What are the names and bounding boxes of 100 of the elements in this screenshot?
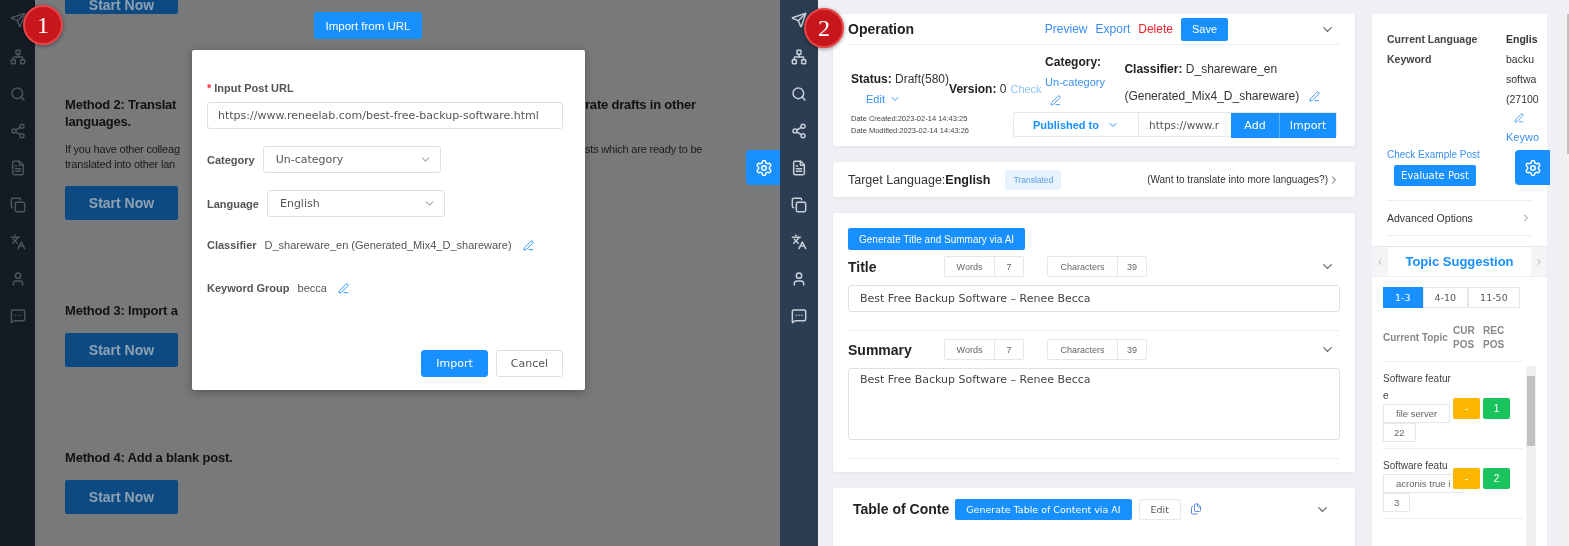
info-value: softwa [1506, 73, 1538, 85]
keyword-tag: file server [1383, 404, 1451, 423]
category-link[interactable]: Un-category [1045, 76, 1125, 88]
generate-ai-button[interactable]: Generate Title and Summary via AI [848, 228, 1026, 250]
range-tab[interactable]: 1-3 [1383, 287, 1423, 308]
title-input[interactable]: Best Free Backup Software – Renee Becca [848, 285, 1340, 312]
field-label: * Input Post URL [207, 82, 294, 94]
field-label: Summary [848, 341, 913, 358]
target-language-text: Target Language:English [848, 172, 991, 187]
current-position: - [1453, 468, 1480, 489]
document-icon[interactable] [791, 160, 807, 176]
count-tag: 3 [1383, 493, 1411, 512]
method-description: translated into other lan [65, 157, 175, 172]
advanced-options-row[interactable]: Advanced Options [1387, 200, 1532, 236]
range-tab[interactable]: 4-10 [1422, 287, 1469, 308]
start-now-button[interactable]: Start Now [65, 333, 178, 367]
select-field[interactable]: English [266, 190, 445, 217]
edit-icon[interactable] [1309, 90, 1321, 102]
current-position: - [1453, 398, 1480, 419]
gear-icon [1523, 158, 1542, 177]
edit-button[interactable]: Edit [1138, 498, 1181, 520]
classifier-text: (Generated_Mix4_D_shareware) [1124, 89, 1300, 103]
start-now-button[interactable]: Start Now [65, 0, 178, 14]
field-label: Category [207, 153, 255, 166]
edit-icon[interactable] [1514, 113, 1524, 123]
settings-button[interactable] [746, 150, 780, 185]
character-counter: Characters 39 [1047, 256, 1147, 277]
method-heading: Method 2: Translat [65, 96, 177, 113]
field-label: Language [207, 197, 259, 210]
method-heading: Method 4: Add a blank post. [65, 449, 233, 466]
copy-icon[interactable] [791, 197, 807, 213]
topic-text: Software feature [1383, 372, 1452, 403]
version-text: Version: 0 [949, 82, 1007, 96]
method-heading: Method 3: Import a [65, 302, 178, 319]
chevron-left-icon [1375, 256, 1385, 267]
card-title: Operation [848, 21, 915, 37]
edit-icon[interactable] [1050, 95, 1062, 106]
classifier-text: Classifier: D_shareware_en [1124, 62, 1279, 76]
search-icon[interactable] [791, 86, 807, 102]
check-link[interactable]: Check [1010, 83, 1042, 95]
nodes-icon[interactable] [791, 123, 807, 139]
field-value: becca [297, 282, 327, 294]
select-field[interactable]: Un-category [262, 146, 441, 173]
category-label: Category: [1045, 55, 1103, 69]
count-tag: 22 [1383, 423, 1416, 442]
action-link[interactable]: Delete [1138, 22, 1173, 36]
info-value: Englis [1506, 33, 1539, 45]
field-label: Keyword Group [207, 282, 290, 294]
scrollbar[interactable] [1526, 366, 1536, 546]
column-header: Current Topic [1383, 331, 1449, 345]
method-description: If you have other colleag [65, 142, 180, 157]
topic-text: Software featu [1383, 459, 1449, 473]
word-counter: Words 7 [944, 256, 1024, 277]
edit-icon[interactable] [522, 239, 534, 251]
info-label: Keyword [1387, 53, 1433, 67]
keyword-link[interactable]: Keywo [1506, 131, 1540, 143]
range-tab[interactable]: 11-50 [1468, 287, 1520, 308]
translate-more-link[interactable]: (Want to translate into more languages?) [1147, 174, 1328, 185]
generate-ai-button[interactable]: Generate Table of Content via AI [955, 498, 1132, 520]
recommended-position: 1 [1483, 398, 1510, 419]
copy-icon[interactable] [1189, 503, 1202, 515]
send-icon[interactable] [9, 12, 26, 28]
topic-suggestion-tab[interactable]: Topic Suggestion [1388, 247, 1531, 276]
settings-button[interactable] [1515, 150, 1550, 185]
info-label: Current Language [1387, 33, 1479, 45]
info-value: backu [1506, 53, 1536, 65]
nodes-icon[interactable] [9, 123, 26, 139]
word-counter: Words 7 [944, 339, 1024, 360]
save-button[interactable]: Save [1180, 17, 1228, 41]
hierarchy-icon[interactable] [791, 49, 807, 65]
start-now-button[interactable]: Start Now [65, 186, 178, 220]
action-link[interactable]: Preview [1044, 22, 1088, 36]
url-input[interactable]: https://www.reneelab.com/best-free-backup-software.html [207, 102, 563, 129]
status-tag: Translated [1005, 169, 1062, 190]
summary-textarea[interactable]: Best Free Backup Software – Renee Becca [848, 368, 1340, 440]
edit-link[interactable]: Edit [866, 93, 885, 105]
info-value: (27100 [1506, 93, 1540, 105]
column-header: REC POS [1483, 324, 1506, 352]
edit-icon[interactable] [337, 282, 349, 294]
method-description: sts which are ready to be [585, 142, 703, 157]
example-post-link[interactable]: Check Example Post [1387, 149, 1480, 160]
field-label: Title [848, 258, 878, 275]
character-counter: Characters 39 [1047, 339, 1147, 360]
action-link[interactable]: Export [1095, 22, 1131, 36]
import-button[interactable]: Import [421, 350, 488, 377]
status-text: Status: Draft(580) [851, 72, 950, 86]
cancel-button[interactable]: Cancel [495, 350, 563, 377]
column-header: CUR POS [1453, 324, 1476, 352]
translate-icon[interactable] [791, 234, 807, 250]
field-value: D_shareware_en (Generated_Mix4_D_shareware) [264, 239, 512, 251]
chevron-right-icon [1534, 256, 1544, 267]
user-icon[interactable] [791, 271, 807, 287]
gear-icon [754, 158, 773, 177]
recommended-position: 2 [1483, 468, 1510, 489]
method-heading: rate drafts in other [585, 96, 696, 113]
card-title: Table of Conte [853, 501, 950, 517]
start-now-button[interactable]: Start Now [65, 480, 178, 514]
method-heading: languages. [65, 113, 131, 130]
evaluate-post-button[interactable]: Evaluate Post [1394, 165, 1476, 186]
import-from-url-button[interactable]: Import from URL [314, 12, 422, 39]
